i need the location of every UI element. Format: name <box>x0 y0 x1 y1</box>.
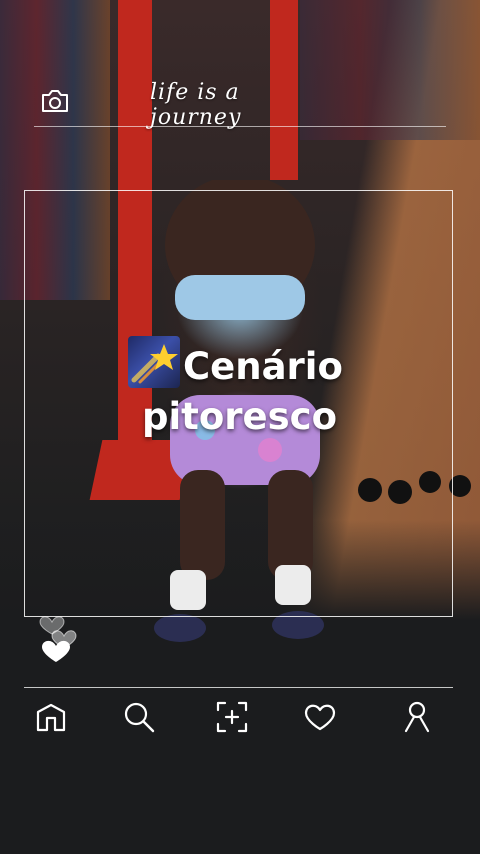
reaction-hearts <box>38 608 82 668</box>
shooting-star-emoji <box>128 336 180 388</box>
bottom-nav <box>0 690 480 746</box>
post-title: Cenário pitoresco <box>128 336 418 442</box>
search-icon[interactable] <box>122 700 156 734</box>
heart-icon[interactable] <box>303 700 337 734</box>
nav-divider <box>24 687 453 688</box>
camera-icon[interactable] <box>40 88 70 114</box>
top-divider <box>34 126 446 127</box>
title-line-2: pitoresco <box>142 395 337 438</box>
home-icon[interactable] <box>34 700 68 734</box>
title-line-1: Cenário <box>183 345 343 388</box>
add-post-icon[interactable] <box>215 700 249 734</box>
heart-filled-icon <box>42 640 70 662</box>
tagline-text: life is a journey <box>150 80 242 130</box>
profile-icon[interactable] <box>400 700 434 734</box>
